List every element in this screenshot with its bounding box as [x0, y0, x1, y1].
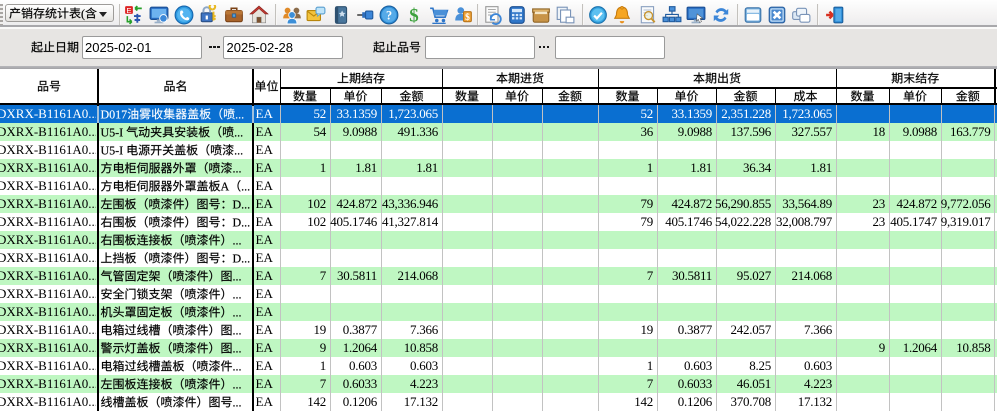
svg-text:E: E: [126, 5, 131, 14]
svg-text:$: $: [409, 5, 418, 24]
svg-text:?: ?: [386, 8, 392, 22]
svg-text:$: $: [465, 11, 470, 22]
